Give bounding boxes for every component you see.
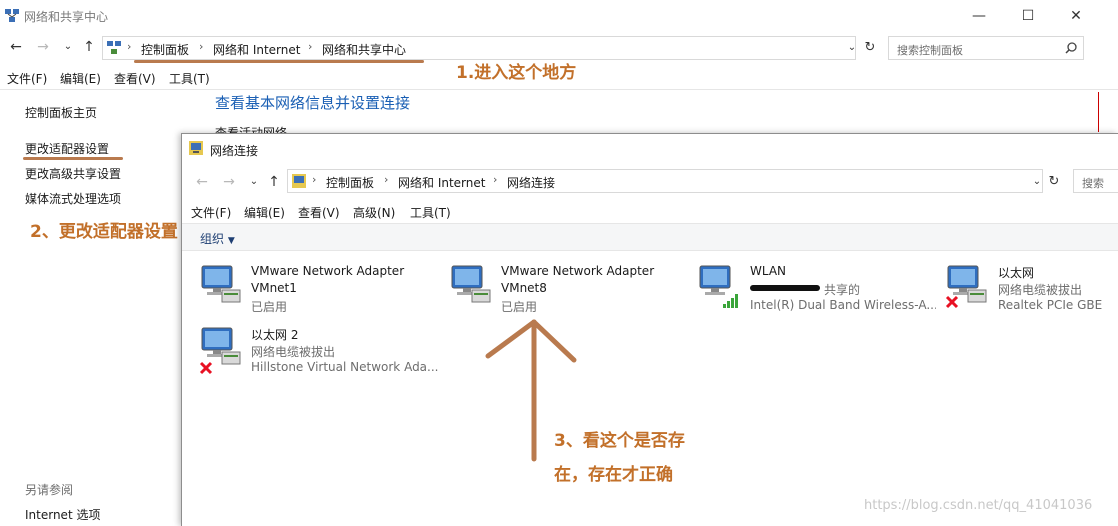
breadcrumb-network-internet[interactable]: 网络和 Internet xyxy=(213,41,300,58)
red-x-icon xyxy=(199,361,213,375)
adapter-name: VMware Network Adapter xyxy=(251,264,405,278)
inner-breadcrumb-network-connections[interactable]: 网络连接 xyxy=(507,174,555,191)
adapter-line2: 网络电缆被拔出 xyxy=(251,345,336,359)
page-title: 查看基本网络信息并设置连接 xyxy=(215,94,411,112)
outer-title-bar: 网络和共享中心 — ☐ ✕ xyxy=(0,0,1118,32)
annotation-underline-breadcrumb xyxy=(134,60,424,63)
adapter-item-ethernet-2[interactable]: 以太网 2 网络电缆被拔出 Hillstone Virtual Network … xyxy=(198,324,438,376)
organize-button[interactable]: 组织 ▼ xyxy=(200,230,235,247)
inner-search-placeholder: 搜索 xyxy=(1082,177,1104,190)
menu-view[interactable]: 查看(V) xyxy=(114,70,156,87)
address-dropdown-icon[interactable]: ⌄ xyxy=(842,36,862,60)
monitor-network-icon xyxy=(201,265,241,303)
inner-forward-arrow-icon[interactable]: → xyxy=(219,170,239,194)
organize-label: 组织 xyxy=(200,232,225,246)
adapter-item-vmnet8[interactable]: VMware Network Adapter VMnet8 已启用 xyxy=(448,262,688,314)
breadcrumb-separator: › xyxy=(127,40,132,53)
inner-refresh-icon[interactable]: ↻ xyxy=(1044,170,1064,194)
inner-search-box[interactable]: 搜索 xyxy=(1073,169,1118,193)
adapter-name: VMware Network Adapter xyxy=(501,264,655,278)
sidebar-item-adapter-settings[interactable]: 更改适配器设置 xyxy=(25,140,109,157)
forward-arrow-icon[interactable]: → xyxy=(33,35,53,59)
outer-search-box[interactable]: 搜索控制面板 xyxy=(888,36,1084,60)
close-button[interactable]: ✕ xyxy=(1053,4,1099,28)
wifi-signal-icon xyxy=(723,294,738,308)
outer-address-bar[interactable]: › 控制面板 › 网络和 Internet › 网络和共享中心 xyxy=(102,36,856,60)
inner-address-bar[interactable]: › 控制面板 › 网络和 Internet › 网络连接 xyxy=(287,169,1043,193)
sidebar-item-media-streaming[interactable]: 媒体流式处理选项 xyxy=(25,190,121,207)
chevron-down-icon: ▼ xyxy=(227,236,235,246)
breadcrumb-network-center[interactable]: 网络和共享中心 xyxy=(322,41,406,58)
back-arrow-icon[interactable]: ← xyxy=(6,35,26,59)
inner-recent-dropdown-icon[interactable]: ⌄ xyxy=(244,170,264,194)
breadcrumb-separator: › xyxy=(312,173,317,186)
monitor-network-icon xyxy=(451,265,491,303)
see-also-title: 另请参阅 xyxy=(25,483,74,497)
network-connections-window: 网络连接 ← → ⌄ ↑ › 控制面板 › 网络和 Internet › 网络连… xyxy=(181,133,1118,526)
search-placeholder: 搜索控制面板 xyxy=(897,44,963,57)
inner-up-arrow-icon[interactable]: ↑ xyxy=(264,170,284,194)
inner-window-title: 网络连接 xyxy=(210,144,259,158)
adapter-device: Hillstone Virtual Network Ada... xyxy=(251,360,438,374)
adapter-item-wlan[interactable]: WLAN 共享的 Intel(R) Dual Band Wireless-A..… xyxy=(696,262,936,314)
up-arrow-icon[interactable]: ↑ xyxy=(79,35,99,59)
network-center-icon xyxy=(5,9,19,22)
adapter-device: Intel(R) Dual Band Wireless-A... xyxy=(750,298,936,312)
breadcrumb-separator: › xyxy=(308,40,313,53)
inner-breadcrumb-network-internet[interactable]: 网络和 Internet xyxy=(398,174,485,191)
redacted-ssid xyxy=(750,285,820,291)
inner-menu-file[interactable]: 文件(F) xyxy=(191,204,231,221)
command-bar: 组织 ▼ xyxy=(182,224,1118,250)
recent-dropdown-icon[interactable]: ⌄ xyxy=(58,35,78,59)
search-icon xyxy=(1065,42,1077,54)
adapter-item-vmnet1[interactable]: VMware Network Adapter VMnet1 已启用 xyxy=(198,262,438,314)
menu-divider xyxy=(0,89,1118,90)
breadcrumb-separator: › xyxy=(199,40,204,53)
breadcrumb-separator: › xyxy=(493,173,498,186)
inner-breadcrumb-control-panel[interactable]: 控制面板 xyxy=(326,174,374,191)
adapter-status: 已启用 xyxy=(251,300,288,314)
adapter-line2: 共享的 xyxy=(824,283,861,297)
inner-menu-tools[interactable]: 工具(T) xyxy=(410,204,451,221)
menu-edit[interactable]: 编辑(E) xyxy=(60,70,101,87)
adapter-line2: VMnet8 xyxy=(501,281,547,295)
active-networks-heading: 查看活动网络 xyxy=(215,126,288,133)
control-panel-icon xyxy=(292,174,306,188)
annotation-step3-line2: 在，存在才正确 xyxy=(554,465,673,485)
adapter-status: 已启用 xyxy=(501,300,538,314)
adapter-name: 以太网 2 xyxy=(251,328,299,342)
adapter-line2: 网络电缆被拔出 xyxy=(998,283,1083,297)
toolbar-divider xyxy=(182,250,1118,251)
breadcrumb-separator: › xyxy=(384,173,389,186)
annotation-step2: 2、更改适配器设置 xyxy=(30,222,178,242)
control-panel-icon xyxy=(107,41,121,54)
annotation-underline-adapter xyxy=(23,157,123,160)
maximize-button[interactable]: ☐ xyxy=(1005,4,1051,28)
adapter-item-ethernet[interactable]: 以太网 网络电缆被拔出 Realtek PCIe GBE xyxy=(944,262,1118,314)
inner-menu-view[interactable]: 查看(V) xyxy=(298,204,340,221)
outer-window-title: 网络和共享中心 xyxy=(24,10,109,24)
refresh-icon[interactable]: ↻ xyxy=(860,36,880,60)
sidebar-home-link[interactable]: 控制面板主页 xyxy=(25,104,97,121)
watermark: https://blog.csdn.net/qq_41041036 xyxy=(864,498,1093,513)
sidebar-item-advanced-sharing[interactable]: 更改高级共享设置 xyxy=(25,165,121,182)
breadcrumb-control-panel[interactable]: 控制面板 xyxy=(141,41,189,58)
minimize-button[interactable]: — xyxy=(956,4,1002,28)
adapter-device: Realtek PCIe GBE xyxy=(998,298,1103,312)
annotation-step3-line1: 3、看这个是否存 xyxy=(554,431,685,451)
inner-menu-advanced[interactable]: 高级(N) xyxy=(353,204,395,221)
network-connections-icon xyxy=(189,141,203,155)
menu-tools[interactable]: 工具(T) xyxy=(169,70,210,87)
red-x-icon xyxy=(945,295,959,309)
inner-menu-edit[interactable]: 编辑(E) xyxy=(244,204,285,221)
sidebar-see-also-internet-options[interactable]: Internet 选项 xyxy=(25,506,100,523)
adapter-name: 以太网 xyxy=(998,266,1035,280)
inner-back-arrow-icon[interactable]: ← xyxy=(192,170,212,194)
menu-file[interactable]: 文件(F) xyxy=(7,70,47,87)
right-edge-marker xyxy=(1098,92,1099,132)
annotation-step1: 1.进入这个地方 xyxy=(456,63,577,83)
adapter-line2: VMnet1 xyxy=(251,281,297,295)
adapter-name: WLAN xyxy=(750,264,787,278)
